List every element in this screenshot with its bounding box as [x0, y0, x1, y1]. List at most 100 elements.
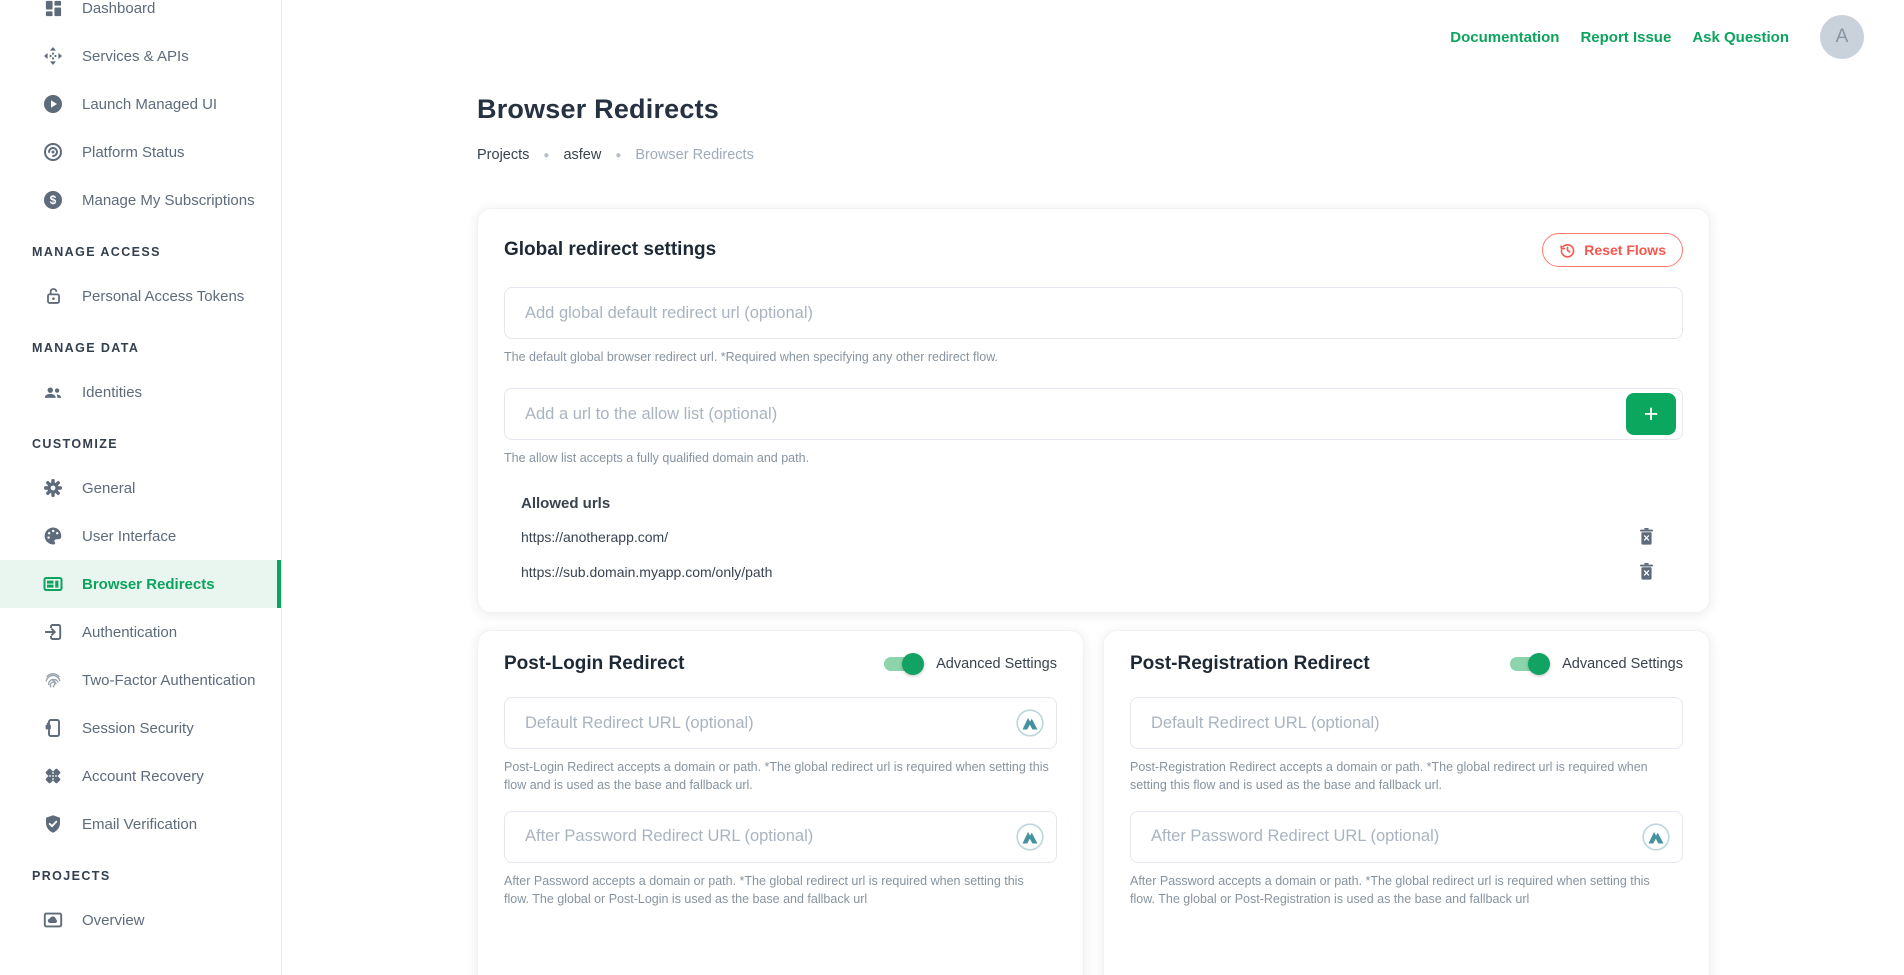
sidebar-item-label: Two-Factor Authentication	[82, 672, 255, 689]
sidebar-section-customize: CUSTOMIZE	[0, 416, 281, 464]
post-login-after-password-help: After Password accepts a domain or path.…	[504, 872, 1049, 908]
dynamic-value-mountain-icon[interactable]	[1016, 709, 1044, 737]
allowed-url-row: https://sub.domain.myapp.com/only/path	[521, 562, 1683, 582]
sidebar-item-label: Launch Managed UI	[82, 96, 217, 113]
sidebar-item-dashboard[interactable]: Dashboard	[0, 0, 281, 32]
post-registration-default-url-input[interactable]	[1130, 697, 1683, 749]
phone-lock-icon	[43, 718, 63, 738]
sidebar-item-personal-access-tokens[interactable]: Personal Access Tokens	[0, 272, 281, 320]
sidebar-item-label: General	[82, 480, 135, 497]
sidebar-item-authentication[interactable]: Authentication	[0, 608, 281, 656]
breadcrumb-projects[interactable]: Projects	[477, 147, 529, 163]
sidebar-item-label: Account Recovery	[82, 768, 204, 785]
allow-list-field: +	[504, 388, 1683, 440]
history-icon	[1559, 242, 1576, 259]
sidebar-item-identities[interactable]: Identities	[0, 368, 281, 416]
post-registration-default-field	[1130, 697, 1683, 749]
dynamic-value-mountain-icon[interactable]	[1642, 823, 1670, 851]
sidebar-item-services-apis[interactable]: Services & APIs	[0, 32, 281, 80]
breadcrumb-current: Browser Redirects	[635, 147, 753, 163]
advanced-settings-toggle[interactable]	[1508, 653, 1550, 675]
post-login-title: Post-Login Redirect	[504, 653, 685, 675]
allowed-url-text: https://anotherapp.com/	[521, 529, 668, 545]
dashboard-icon	[43, 0, 63, 18]
sidebar-item-user-interface[interactable]: User Interface	[0, 512, 281, 560]
sidebar-section-projects: PROJECTS	[0, 848, 281, 896]
breadcrumb: Projects ● asfew ● Browser Redirects	[477, 147, 1710, 163]
allowed-url-text: https://sub.domain.myapp.com/only/path	[521, 564, 772, 580]
lock-icon	[43, 286, 63, 306]
gear-icon	[43, 478, 63, 498]
sidebar-item-label: Personal Access Tokens	[82, 288, 244, 305]
cloud-box-icon	[43, 910, 63, 930]
post-registration-title: Post-Registration Redirect	[1130, 653, 1370, 675]
post-login-advanced-group: Advanced Settings	[882, 653, 1057, 675]
sidebar-item-label: Overview	[82, 912, 145, 929]
post-login-after-password-input[interactable]	[504, 811, 1057, 863]
sidebar-nav: Dashboard Services & APIs Launch Managed…	[0, 0, 281, 944]
add-allow-url-button[interactable]: +	[1626, 393, 1676, 435]
app-window: Dashboard Services & APIs Launch Managed…	[0, 0, 1904, 975]
allowed-urls-title: Allowed urls	[521, 495, 1683, 512]
sidebar-item-label: User Interface	[82, 528, 176, 545]
post-registration-after-password-help: After Password accepts a domain or path.…	[1130, 872, 1675, 908]
allow-list-help: The allow list accepts a fully qualified…	[504, 449, 1683, 467]
sidebar-item-overview[interactable]: Overview	[0, 896, 281, 944]
sidebar-item-manage-subscriptions[interactable]: $ Manage My Subscriptions	[0, 176, 281, 224]
sidebar-item-general[interactable]: General	[0, 464, 281, 512]
allowed-urls-section: Allowed urls https://anotherapp.com/ htt…	[504, 495, 1683, 582]
sidebar-item-label: Platform Status	[82, 144, 185, 161]
fingerprint-icon	[43, 670, 63, 690]
sidebar-item-label: Authentication	[82, 624, 177, 641]
post-registration-redirect-card: Post-Registration Redirect Advanced Sett…	[1103, 630, 1710, 975]
post-login-default-help: Post-Login Redirect accepts a domain or …	[504, 758, 1049, 794]
allow-list-url-input[interactable]	[504, 388, 1683, 440]
page-title: Browser Redirects	[477, 94, 1710, 125]
dynamic-value-mountain-icon[interactable]	[1016, 823, 1044, 851]
global-default-url-field	[504, 287, 1683, 339]
sidebar-item-launch-managed-ui[interactable]: Launch Managed UI	[0, 80, 281, 128]
sidebar: Dashboard Services & APIs Launch Managed…	[0, 0, 282, 975]
sidebar-item-label: Identities	[82, 384, 142, 401]
status-radar-icon	[43, 142, 63, 162]
dollar-circle-icon: $	[43, 190, 63, 210]
advanced-settings-label: Advanced Settings	[936, 656, 1057, 672]
services-icon	[43, 46, 63, 66]
toggle-knob	[902, 653, 924, 675]
post-login-header: Post-Login Redirect Advanced Settings	[504, 653, 1057, 675]
delete-url-button[interactable]	[1637, 562, 1655, 582]
healing-icon	[43, 766, 63, 786]
advanced-settings-label: Advanced Settings	[1562, 656, 1683, 672]
reset-flows-button[interactable]: Reset Flows	[1542, 233, 1683, 267]
sidebar-item-label: Session Security	[82, 720, 194, 737]
main-content: Browser Redirects Projects ● asfew ● Bro…	[477, 0, 1710, 975]
exit-to-app-icon	[43, 622, 63, 642]
avatar[interactable]: A	[1820, 15, 1864, 59]
sidebar-item-account-recovery[interactable]: Account Recovery	[0, 752, 281, 800]
post-login-default-field	[504, 697, 1057, 749]
post-registration-after-password-field	[1130, 811, 1683, 863]
sidebar-item-email-verification[interactable]: Email Verification	[0, 800, 281, 848]
sidebar-item-browser-redirects[interactable]: Browser Redirects	[0, 560, 281, 608]
people-icon	[43, 382, 63, 402]
global-default-url-input[interactable]	[504, 287, 1683, 339]
delete-url-button[interactable]	[1637, 527, 1655, 547]
sidebar-section-manage-data: MANAGE DATA	[0, 320, 281, 368]
post-registration-after-password-input[interactable]	[1130, 811, 1683, 863]
toggle-knob	[1528, 653, 1550, 675]
breadcrumb-project-name[interactable]: asfew	[563, 147, 601, 163]
global-card-title: Global redirect settings	[504, 239, 716, 261]
sidebar-item-session-security[interactable]: Session Security	[0, 704, 281, 752]
reset-flows-label: Reset Flows	[1584, 242, 1666, 258]
post-login-default-url-input[interactable]	[504, 697, 1057, 749]
redirect-cards-row: Post-Login Redirect Advanced Settings	[477, 630, 1710, 975]
global-redirect-settings-card: Global redirect settings Reset Flows The…	[477, 208, 1710, 613]
global-default-url-help: The default global browser redirect url.…	[504, 348, 1683, 366]
palette-icon	[43, 526, 63, 546]
sidebar-item-platform-status[interactable]: Platform Status	[0, 128, 281, 176]
advanced-settings-toggle[interactable]	[882, 653, 924, 675]
breadcrumb-separator: ●	[615, 150, 621, 161]
post-login-after-password-field	[504, 811, 1057, 863]
web-asset-icon	[43, 574, 63, 594]
sidebar-item-two-factor[interactable]: Two-Factor Authentication	[0, 656, 281, 704]
